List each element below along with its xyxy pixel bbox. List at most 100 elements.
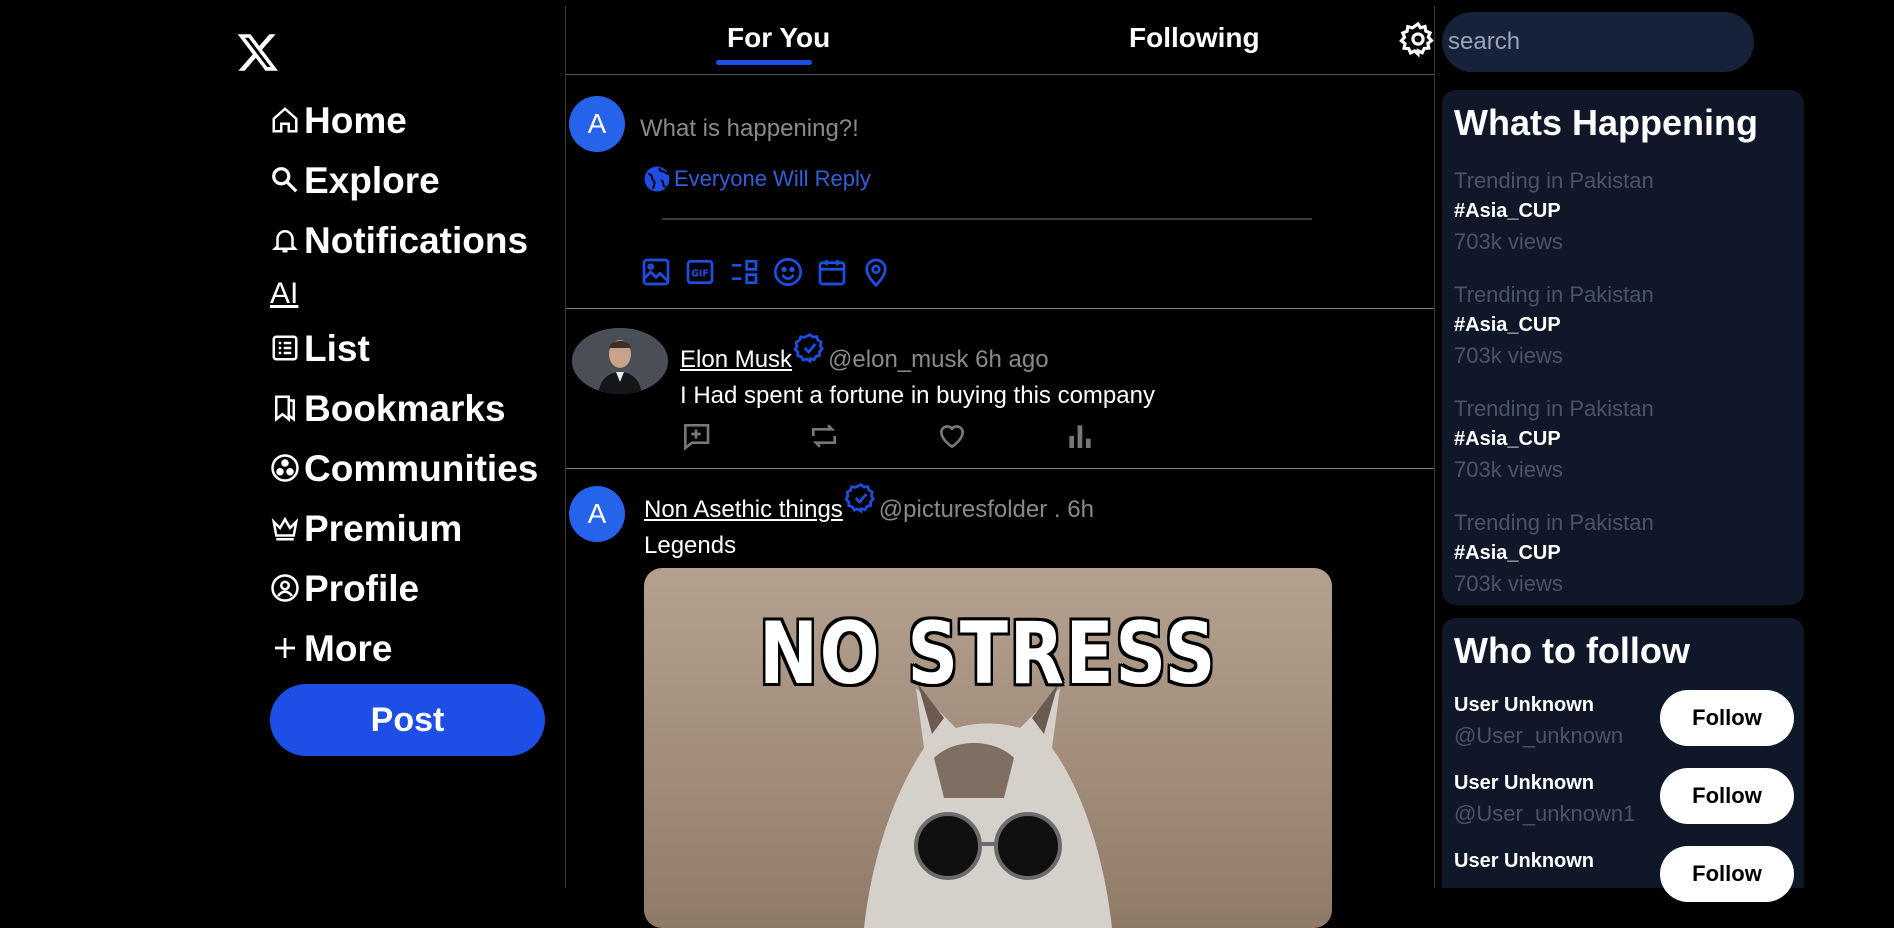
svg-text:GIF: GIF (691, 269, 709, 280)
gear-icon[interactable] (1399, 20, 1437, 58)
nav-home[interactable]: Home (270, 90, 538, 150)
tweet-actions (680, 420, 1096, 452)
follow-button[interactable]: Follow (1660, 846, 1794, 902)
main-feed: For You Following A Everyone Will Reply … (566, 0, 1434, 928)
like-icon[interactable] (936, 420, 968, 452)
follow-button[interactable]: Follow (1660, 690, 1794, 746)
nav-label: Home (304, 99, 407, 141)
active-tab-indicator (716, 60, 812, 65)
nav-label: AI (270, 277, 299, 310)
x-logo-icon[interactable] (236, 30, 280, 74)
reply-setting[interactable]: Everyone Will Reply (642, 164, 871, 194)
compose-divider (662, 218, 1312, 220)
main-nav: Home Explore Notifications AI List Bookm… (270, 90, 538, 678)
post-button[interactable]: Post (270, 684, 545, 756)
trend-item[interactable]: Trending in Pakistan #Asia_CUP 703k view… (1454, 396, 1654, 483)
tweet-author[interactable]: Non Asethic things (644, 496, 843, 524)
avatar[interactable]: A (569, 96, 625, 152)
nav-ai[interactable]: AI (270, 270, 538, 318)
compose-box: A Everyone Will Reply GIF (566, 74, 1434, 309)
nav-label: Explore (304, 159, 440, 201)
who-to-follow-title: Who to follow (1454, 630, 1690, 671)
list-icon (270, 331, 304, 365)
tweet-header: Elon Musk @elon_musk 6h ago (680, 333, 1049, 374)
feed-tabs: For You Following (566, 0, 1434, 75)
trends-title: Whats Happening (1454, 102, 1758, 143)
nav-more[interactable]: More (270, 618, 538, 678)
schedule-icon[interactable] (816, 256, 848, 288)
crown-icon (270, 511, 304, 545)
nav-profile[interactable]: Profile (270, 558, 538, 618)
emoji-icon[interactable] (772, 256, 804, 288)
reply-icon[interactable] (680, 420, 712, 452)
trend-views: 703k views (1454, 343, 1563, 368)
nav-premium[interactable]: Premium (270, 498, 538, 558)
who-to-follow-panel: Who to follow User Unknown @User_unknown… (1442, 618, 1804, 902)
tweet-image[interactable]: NO STRESS (644, 568, 1332, 928)
compose-toolbar: GIF (640, 256, 892, 288)
gif-icon[interactable]: GIF (684, 256, 716, 288)
trend-tag: #Asia_CUP (1454, 200, 1561, 222)
analytics-icon[interactable] (1064, 420, 1096, 452)
bell-icon (270, 223, 304, 257)
search-input[interactable] (1442, 12, 1754, 72)
tweet[interactable]: Elon Musk @elon_musk 6h ago I Had spent … (566, 308, 1434, 469)
profile-icon (270, 571, 304, 605)
trend-tag: #Asia_CUP (1454, 542, 1561, 564)
nav-label: List (304, 327, 370, 369)
tweet-text: Legends (644, 532, 737, 559)
trend-views: 703k views (1454, 229, 1563, 254)
trend-item[interactable]: Trending in Pakistan #Asia_CUP 703k view… (1454, 168, 1654, 255)
nav-label: Communities (304, 447, 539, 489)
trends-panel: Whats Happening Trending in Pakistan #As… (1442, 90, 1804, 605)
trend-views: 703k views (1454, 457, 1563, 482)
home-icon (270, 103, 304, 137)
globe-icon (644, 166, 670, 192)
nav-communities[interactable]: Communities (270, 438, 538, 498)
location-icon[interactable] (860, 256, 892, 288)
trend-item[interactable]: Trending in Pakistan #Asia_CUP 703k view… (1454, 510, 1654, 597)
tab-for-you[interactable]: For You (727, 22, 830, 54)
nav-label: Notifications (304, 219, 529, 261)
avatar[interactable]: A (569, 486, 625, 542)
tab-following[interactable]: Following (1129, 22, 1260, 54)
trend-views: 703k views (1454, 571, 1563, 596)
nav-explore[interactable]: Explore (270, 150, 538, 210)
trend-tag: #Asia_CUP (1454, 428, 1561, 450)
trend-location: Trending in Pakistan (1454, 168, 1654, 193)
tweet-header: Non Asethic things @picturesfolder . 6h (644, 483, 1094, 524)
tweet-text: I Had spent a fortune in buying this com… (680, 382, 1155, 409)
communities-icon (270, 451, 304, 485)
nav-label: Premium (304, 507, 463, 549)
verified-icon (844, 483, 875, 514)
trend-item[interactable]: Trending in Pakistan #Asia_CUP 703k view… (1454, 282, 1654, 369)
trend-location: Trending in Pakistan (1454, 282, 1654, 307)
tweet-author[interactable]: Elon Musk (680, 346, 792, 374)
tweet[interactable]: A Non Asethic things @picturesfolder . 6… (566, 468, 1434, 928)
nav-bookmarks[interactable]: Bookmarks (270, 378, 538, 438)
meme-caption: NO STRESS (758, 604, 1218, 704)
plus-icon (270, 631, 304, 665)
retweet-icon[interactable] (808, 420, 840, 452)
reply-setting-label: Everyone Will Reply (674, 166, 871, 191)
verified-icon (794, 333, 824, 364)
avatar[interactable] (572, 328, 668, 394)
trend-location: Trending in Pakistan (1454, 396, 1654, 421)
nav-label: Bookmarks (304, 387, 506, 429)
nav-list[interactable]: List (270, 318, 538, 378)
follow-button[interactable]: Follow (1660, 768, 1794, 824)
nav-notifications[interactable]: Notifications (270, 210, 538, 270)
follow-suggestion: User Unknown @User_unknown Follow (1454, 690, 1794, 749)
bookmark-icon (270, 391, 304, 425)
nav-label: Profile (304, 567, 420, 609)
tweet-handle: @elon_musk 6h ago (828, 346, 1049, 373)
poll-icon[interactable] (728, 256, 760, 288)
follow-suggestion: User Unknown @User_unknown1 Follow (1454, 768, 1794, 827)
compose-input[interactable] (638, 108, 1342, 150)
trend-location: Trending in Pakistan (1454, 510, 1654, 535)
tweet-handle: @picturesfolder . 6h (878, 496, 1094, 523)
image-icon[interactable] (640, 256, 672, 288)
trend-tag: #Asia_CUP (1454, 314, 1561, 336)
follow-suggestion: User Unknown Follow (1454, 846, 1794, 902)
divider (1434, 6, 1435, 888)
